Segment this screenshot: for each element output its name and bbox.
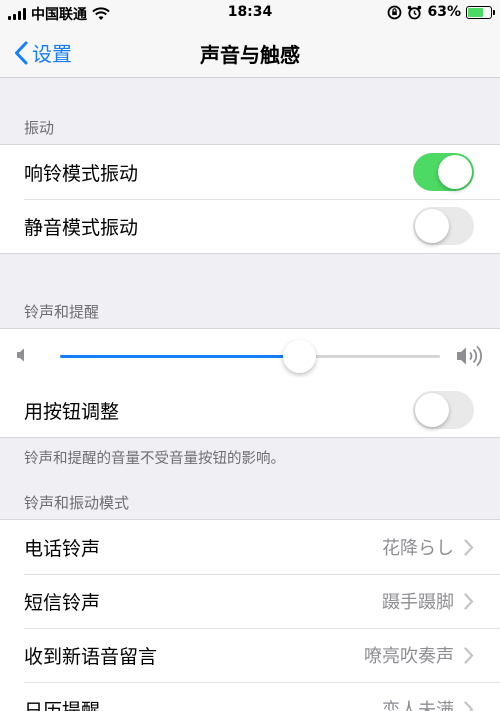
ring-vibrate-label: 响铃模式振动 [24, 162, 139, 185]
patterns-group: 电话铃声 花降らし 短信铃声 蹑手蹑脚 收到新语音留言 嘹亮吹奏声 日历提醒 恋… [0, 519, 500, 711]
page-title: 声音与触感 [200, 43, 300, 67]
change-with-buttons-label: 用按钮调整 [24, 400, 120, 423]
chevron-right-icon [464, 592, 474, 610]
battery-percent: 63% [427, 4, 461, 20]
calendar-alerts-label: 日历提醒 [24, 699, 101, 711]
calendar-alerts-value: 恋人未满 [382, 700, 454, 711]
ring-vibrate-toggle[interactable] [413, 153, 474, 191]
chevron-right-icon [464, 700, 474, 711]
ring-vibrate-row: 响铃模式振动 [0, 145, 500, 199]
list-item[interactable]: 短信铃声 蹑手蹑脚 [0, 574, 500, 628]
navigation-bar: 设置 声音与触感 [0, 26, 500, 78]
rotation-lock-icon [388, 5, 402, 19]
silent-vibrate-label: 静音模式振动 [24, 216, 139, 239]
vibration-group: 响铃模式振动 静音模式振动 [0, 144, 500, 254]
text-tone-value: 蹑手蹑脚 [382, 592, 454, 613]
list-item[interactable]: 日历提醒 恋人未满 [0, 682, 500, 711]
change-with-buttons-row: 用按钮调整 [0, 383, 500, 437]
ringer-footer-note: 铃声和提醒的音量不受音量按钮的影响。 [24, 451, 285, 467]
ringer-volume-slider[interactable] [60, 340, 440, 373]
ringtone-value: 花降らし [382, 538, 454, 559]
change-with-buttons-toggle[interactable] [413, 391, 474, 429]
status-bar: 中国联通 18:34 63% [0, 0, 500, 26]
list-item[interactable]: 收到新语音留言 嘹亮吹奏声 [0, 628, 500, 682]
silent-vibrate-toggle[interactable] [413, 207, 474, 245]
new-voicemail-label: 收到新语音留言 [24, 645, 158, 668]
section-header-patterns: 铃声和振动模式 [24, 494, 130, 512]
list-item[interactable]: 电话铃声 花降らし [0, 520, 500, 574]
chevron-right-icon [464, 538, 474, 556]
ringer-group: 用按钮调整 [0, 328, 500, 438]
ringtone-label: 电话铃声 [24, 537, 101, 560]
slider-thumb[interactable] [283, 340, 317, 373]
text-tone-label: 短信铃声 [24, 591, 101, 614]
volume-high-icon [457, 345, 483, 367]
chevron-right-icon [464, 646, 474, 664]
ringer-volume-row [0, 329, 500, 383]
volume-low-icon [17, 348, 24, 362]
alarm-icon [408, 5, 422, 19]
silent-vibrate-row: 静音模式振动 [0, 199, 500, 253]
section-header-ringer: 铃声和提醒 [24, 303, 100, 321]
battery-icon [466, 5, 495, 19]
new-voicemail-value: 嘹亮吹奏声 [364, 646, 454, 667]
section-header-vibration: 振动 [24, 119, 55, 137]
